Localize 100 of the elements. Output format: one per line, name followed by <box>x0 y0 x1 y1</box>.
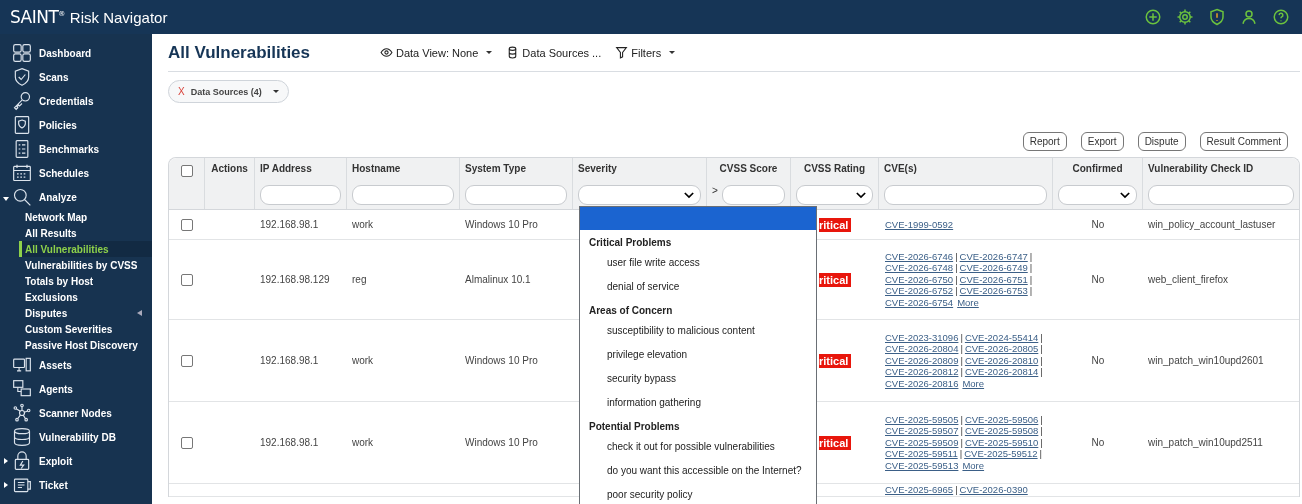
help-icon[interactable] <box>1272 8 1290 26</box>
toolbar-button[interactable]: Data Sources ... <box>506 46 602 59</box>
user-icon[interactable] <box>1240 8 1258 26</box>
cve-link[interactable]: CVE-2026-6751 <box>959 273 1028 286</box>
cve-link[interactable]: CVE-2026-20804 <box>885 343 959 355</box>
filter-field[interactable] <box>352 185 454 205</box>
cve-link[interactable]: CVE-2025-59509 <box>885 436 959 449</box>
sidebar-item[interactable]: Dashboard <box>0 41 152 65</box>
table-cell: 192.168.98.1 <box>260 437 319 448</box>
separator: | <box>954 250 959 263</box>
cve-link[interactable]: CVE-2025-59511 <box>885 448 958 460</box>
dropdown-option[interactable]: user file write access <box>580 250 816 274</box>
cve-link[interactable]: CVE-2026-6748 <box>885 262 954 274</box>
sidebar-item[interactable]: Scanner Nodes <box>0 401 152 425</box>
sidebar-item[interactable]: Credentials <box>0 89 152 113</box>
cve-link[interactable]: CVE-2025-59508 <box>964 425 1039 437</box>
cve-link[interactable]: CVE-2025-59506 <box>964 413 1039 426</box>
dropdown-option[interactable]: security bypass <box>580 366 816 390</box>
sidebar-subitem[interactable]: All Results <box>19 225 152 241</box>
cve-link[interactable]: CVE-2025-59512 <box>964 448 1038 460</box>
cve-link[interactable]: CVE-2026-6750 <box>885 273 954 286</box>
table-cell: Windows 10 Pro <box>465 219 538 230</box>
sidebar-subitem[interactable]: Passive Host Discovery <box>19 337 152 353</box>
sidebar-subitem[interactable]: All Vulnerabilities <box>19 241 152 257</box>
sidebar-subitem[interactable]: Totals by Host <box>19 273 152 289</box>
filter-field[interactable] <box>1148 185 1294 205</box>
action-button[interactable]: Report <box>1022 132 1067 151</box>
dropdown-option[interactable]: information gathering <box>580 390 816 414</box>
table-cell: work <box>352 355 374 366</box>
caret-icon[interactable] <box>137 310 142 316</box>
sidebar-item[interactable]: Policies <box>0 113 152 137</box>
sidebar-item[interactable]: Exploit <box>0 449 152 473</box>
cve-link[interactable]: CVE-2026-20810 <box>964 354 1039 367</box>
dropdown-option[interactable]: denial of service <box>580 274 816 298</box>
sidebar-item[interactable]: Ticket <box>0 473 152 497</box>
toolbar-button[interactable]: Data View: None <box>380 46 493 59</box>
sidebar-item[interactable]: Scans <box>0 65 152 89</box>
settings-icon[interactable] <box>1176 8 1194 26</box>
filter-chip[interactable]: X Data Sources (4) <box>168 80 289 103</box>
cve-link[interactable]: CVE-2025-59505 <box>885 413 959 426</box>
column-header: Confirmed <box>1072 163 1123 174</box>
cve-link[interactable]: CVE-2026-0390 <box>959 484 1028 496</box>
sidebar-item[interactable]: Analyze <box>0 185 152 209</box>
sidebar-item[interactable]: Schedules <box>0 161 152 185</box>
dropdown-option[interactable]: poor security policy <box>580 482 816 504</box>
sidebar-item[interactable]: Vulnerability DB <box>0 425 152 449</box>
cve-link[interactable]: CVE-2024-55414 <box>964 331 1039 344</box>
action-button[interactable]: Dispute <box>1137 132 1186 151</box>
sidebar-subitem[interactable]: Disputes <box>19 305 152 321</box>
row-checkbox[interactable] <box>181 218 193 231</box>
cve-link[interactable]: CVE-2025-59507 <box>885 425 959 437</box>
cve-link[interactable]: CVE-2026-6749 <box>959 262 1028 274</box>
filter-field[interactable] <box>884 185 1047 205</box>
separator: | <box>1039 436 1044 449</box>
dropdown-option[interactable]: susceptibility to malicious content <box>580 318 816 342</box>
separator: | <box>1039 413 1044 426</box>
more-link[interactable]: More <box>957 296 979 309</box>
network-icon <box>12 403 32 423</box>
cve-link[interactable]: CVE-2026-20814 <box>964 366 1039 378</box>
cve-link[interactable]: CVE-2025-6965 <box>885 484 954 496</box>
cve-link[interactable]: CVE-2026-6746 <box>885 250 954 263</box>
filter-field[interactable] <box>465 185 567 205</box>
select-all-checkbox[interactable] <box>180 165 193 177</box>
cve-link[interactable]: CVE-2026-6747 <box>959 250 1028 263</box>
row-checkbox[interactable] <box>181 354 193 367</box>
dropdown-option[interactable]: privilege elevation <box>580 342 816 366</box>
filter-field[interactable] <box>721 185 785 205</box>
cve-link[interactable]: CVE-2025-59513 <box>885 459 959 472</box>
toolbar-button[interactable]: Filters <box>615 46 676 59</box>
cve-link[interactable]: CVE-2026-6754 <box>885 296 954 309</box>
sidebar-subitem[interactable]: Exclusions <box>19 289 152 305</box>
dropdown-option[interactable]: check it out for possible vulnerabilities <box>580 434 816 458</box>
cve-link[interactable]: CVE-2026-6753 <box>959 285 1028 297</box>
cve-link[interactable]: CVE-2026-20805 <box>964 343 1039 355</box>
cve-link[interactable]: CVE-2026-20812 <box>885 366 959 378</box>
more-link[interactable]: More <box>962 377 985 390</box>
sidebar-item[interactable]: Benchmarks <box>0 137 152 161</box>
sidebar-item[interactable]: Assets <box>0 353 152 377</box>
sidebar-subitem[interactable]: Vulnerabilities by CVSS <box>19 257 152 273</box>
row-checkbox[interactable] <box>181 436 193 449</box>
cve-link[interactable]: CVE-2026-6752 <box>885 285 954 297</box>
cve-link[interactable]: CVE-2026-20809 <box>885 354 959 367</box>
page-title: All Vulnerabilities <box>168 42 312 63</box>
action-button[interactable]: Result Comment <box>1199 132 1288 151</box>
cve-link[interactable]: CVE-2023-31096 <box>885 331 959 344</box>
sidebar-item[interactable]: Agents <box>0 377 152 401</box>
dropdown-option[interactable]: do you want this accessible on the Internet? <box>580 458 816 482</box>
chevron-down-icon <box>856 191 866 199</box>
sidebar-subitem[interactable]: Custom Severities <box>19 321 152 337</box>
filter-field[interactable] <box>260 185 341 205</box>
more-link[interactable]: More <box>962 459 985 472</box>
cve-link[interactable]: CVE-2025-59510 <box>964 436 1039 449</box>
row-checkbox[interactable] <box>181 273 193 286</box>
table-cell: 192.168.98.1 <box>260 219 319 230</box>
add-icon[interactable] <box>1144 8 1162 26</box>
cve-link[interactable]: CVE-2026-20816 <box>885 377 959 390</box>
cve-link[interactable]: CVE-1999-0592 <box>885 218 954 231</box>
sidebar-subitem[interactable]: Network Map <box>19 209 152 225</box>
shield-alert-icon[interactable] <box>1208 8 1226 26</box>
action-button[interactable]: Export <box>1080 132 1124 151</box>
